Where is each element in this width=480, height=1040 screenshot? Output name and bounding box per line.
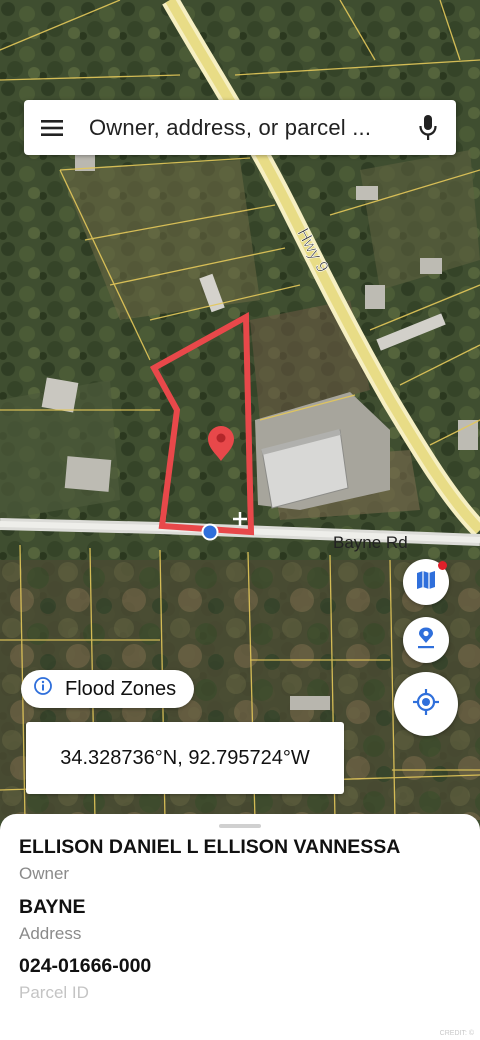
- road-label-bayne: Bayne Rd: [333, 533, 408, 552]
- coordinates-text: 34.328736°N, 92.795724°W: [60, 746, 310, 769]
- my-location-button[interactable]: [394, 672, 458, 736]
- owner-value: ELLISON DANIEL L ELLISON VANNESSA: [19, 836, 401, 858]
- menu-icon[interactable]: [24, 100, 80, 155]
- search-input[interactable]: Owner, address, or parcel ...: [80, 115, 400, 141]
- flood-zones-chip[interactable]: Flood Zones: [21, 670, 195, 708]
- sheet-drag-handle[interactable]: [219, 824, 261, 828]
- my-location-icon: [413, 688, 439, 720]
- info-icon: [33, 676, 53, 702]
- coordinates-box[interactable]: 34.328736°N, 92.795724°W: [26, 722, 344, 794]
- watermark: CREDIT: ©: [439, 1030, 474, 1037]
- address-label: Address: [19, 924, 82, 943]
- parcel-id-label: Parcel ID: [19, 983, 89, 1002]
- map-layers-icon: [416, 570, 436, 595]
- mic-icon[interactable]: [400, 100, 456, 155]
- parcel-info-sheet[interactable]: ELLISON DANIEL L ELLISON VANNESSA Owner …: [0, 814, 480, 1040]
- address-value: BAYNE: [19, 896, 86, 918]
- current-location-dot: [201, 523, 219, 541]
- owner-label: Owner: [19, 864, 70, 883]
- parcel-id-value: 024-01666-000: [19, 955, 152, 977]
- drop-pin-button[interactable]: [403, 617, 449, 663]
- notification-dot: [438, 561, 447, 570]
- map-layers-button[interactable]: [403, 559, 449, 605]
- location-pin-icon: [417, 627, 435, 654]
- search-bar[interactable]: Owner, address, or parcel ...: [24, 100, 456, 155]
- flood-zones-label: Flood Zones: [65, 677, 177, 700]
